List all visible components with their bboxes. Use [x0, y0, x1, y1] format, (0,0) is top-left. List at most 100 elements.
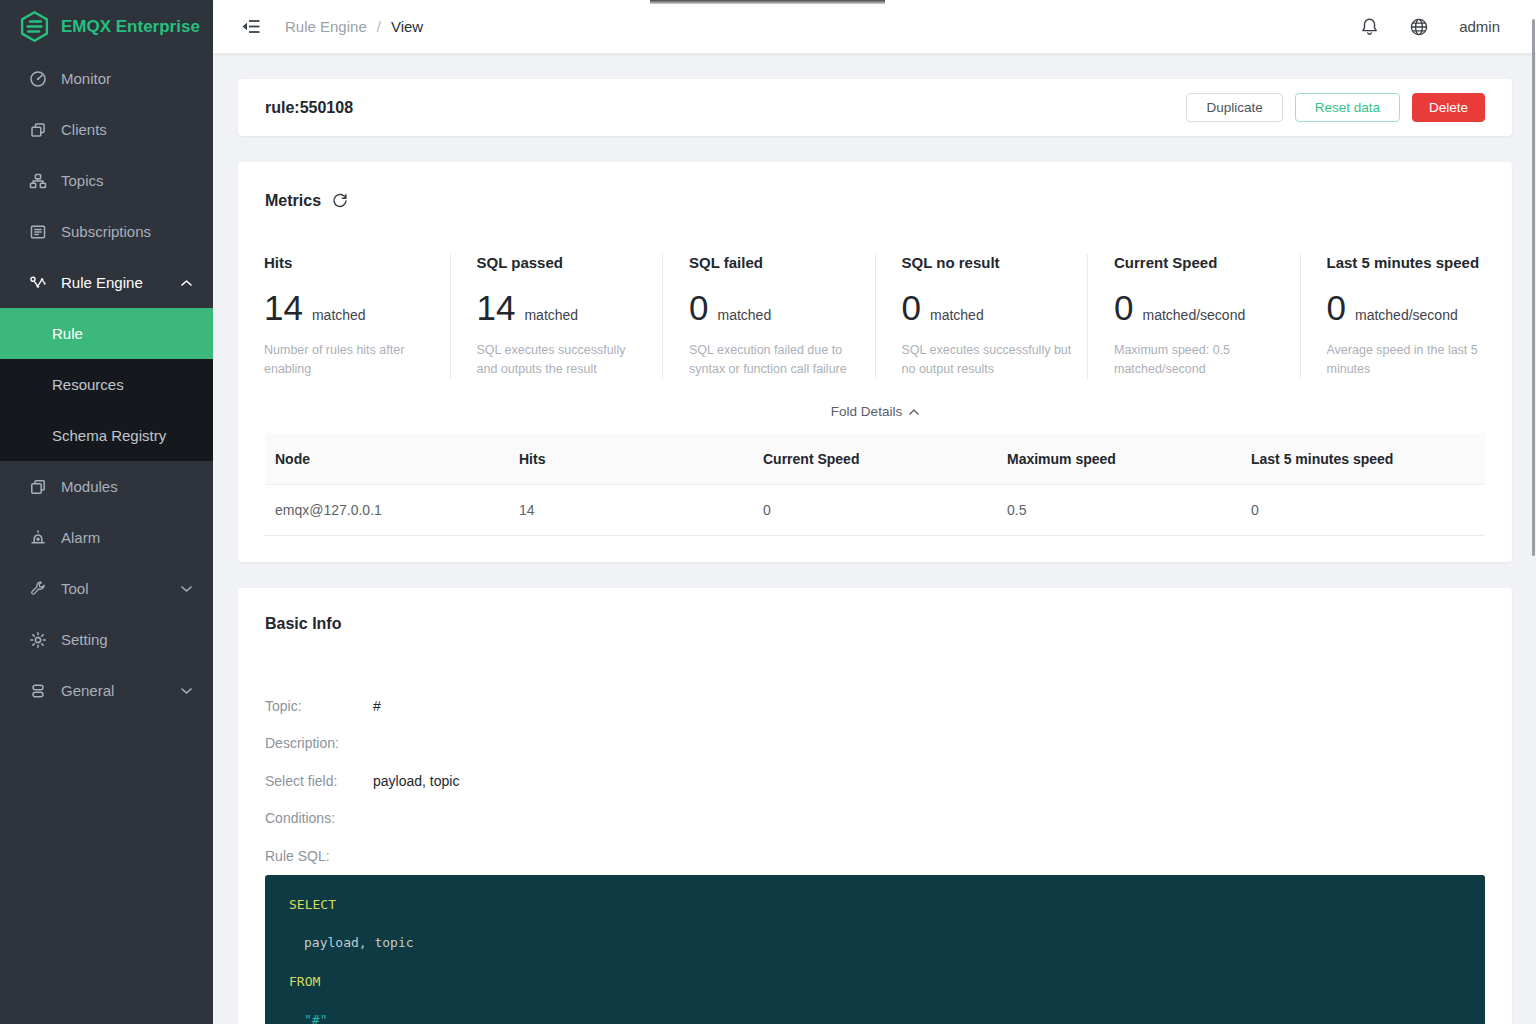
- field-topic: Topic: #: [265, 687, 1485, 725]
- table-header-row: Node Hits Current Speed Maximum speed La…: [265, 433, 1485, 485]
- metrics-row: Hits 14 matched Number of rules hits afte…: [238, 254, 1512, 379]
- metric-title: Hits: [264, 254, 450, 272]
- user-menu[interactable]: admin: [1459, 18, 1500, 35]
- metric-hits: Hits 14matched Number of rules hits afte…: [238, 254, 451, 379]
- language-globe-icon[interactable]: [1409, 17, 1429, 37]
- sidebar-menu: Monitor Clients Topics: [0, 53, 213, 716]
- chevron-up-icon: [181, 279, 192, 286]
- metric-description: Average speed in the last 5 minutes: [1327, 341, 1513, 379]
- sidebar-item-label: Topics: [61, 172, 104, 189]
- refresh-icon[interactable]: [332, 193, 348, 209]
- basic-info-card: Basic Info Topic: # Description: Select …: [238, 588, 1512, 1024]
- metric-unit: matched/second: [1142, 307, 1245, 323]
- notifications-bell-icon[interactable]: [1360, 17, 1379, 37]
- sidebar-subitem-rule[interactable]: Rule: [0, 308, 213, 359]
- metrics-card: Metrics Hits 14 matched Number of rules h…: [238, 162, 1512, 562]
- alarm-icon: [29, 529, 47, 547]
- node-metrics-table: Node Hits Current Speed Maximum speed La…: [265, 433, 1485, 536]
- column-header-hits: Hits: [509, 451, 753, 467]
- metric-sql-failed: SQL failed 0matched SQL execution failed…: [663, 254, 876, 379]
- metric-title: SQL no result: [902, 254, 1088, 272]
- sidebar-item-rule-engine[interactable]: Rule Engine: [0, 257, 213, 308]
- fold-details-label: Fold Details: [831, 404, 902, 419]
- sidebar-item-label: General: [61, 682, 114, 699]
- metric-value: 0: [1114, 290, 1133, 325]
- general-icon: [29, 682, 47, 700]
- sidebar-item-label: Rule Engine: [61, 274, 143, 291]
- collapse-menu-icon[interactable]: [242, 19, 260, 34]
- field-label: Description:: [265, 735, 373, 751]
- rule-sql-code-block[interactable]: SELECT payload, topic FROM "#": [265, 875, 1485, 1024]
- sidebar-item-label: Monitor: [61, 70, 111, 87]
- metric-title: Last 5 minutes speed: [1327, 254, 1513, 272]
- basic-info-title: Basic Info: [265, 615, 1485, 633]
- browser-top-strip: [650, 0, 885, 4]
- duplicate-button[interactable]: Duplicate: [1186, 93, 1282, 122]
- breadcrumb: Rule Engine / View: [285, 18, 423, 35]
- sidebar-item-label: Modules: [61, 478, 118, 495]
- rule-header-card: rule:550108 Duplicate Reset data Delete: [238, 79, 1512, 136]
- metric-unit: matched/second: [1355, 307, 1458, 323]
- chevron-down-icon: [181, 585, 192, 592]
- metric-description: Number of rules hits after enabling: [264, 341, 450, 379]
- emqx-logo-icon: [18, 10, 51, 43]
- top-header: Rule Engine / View admin: [213, 0, 1536, 53]
- field-label: Conditions:: [265, 810, 373, 826]
- rule-engine-icon: [29, 274, 47, 292]
- page-content: rule:550108 Duplicate Reset data Delete …: [213, 53, 1536, 1024]
- sidebar-item-label: Alarm: [61, 529, 100, 546]
- column-header-current-speed: Current Speed: [753, 451, 997, 467]
- field-value: #: [373, 698, 381, 714]
- tool-icon: [29, 580, 47, 598]
- field-label: Rule SQL:: [265, 848, 373, 864]
- metric-unit: matched: [717, 307, 771, 323]
- sidebar-item-clients[interactable]: Clients: [0, 104, 213, 155]
- sidebar-subitem-schema-registry[interactable]: Schema Registry: [0, 410, 213, 461]
- sidebar-item-monitor[interactable]: Monitor: [0, 53, 213, 104]
- reset-data-button[interactable]: Reset data: [1295, 93, 1400, 122]
- metrics-title: Metrics: [265, 192, 321, 210]
- fold-details-toggle[interactable]: Fold Details: [238, 404, 1512, 419]
- cell-current-speed: 0: [753, 502, 997, 518]
- sql-fields: payload, topic: [304, 935, 414, 950]
- metric-value: 0: [902, 290, 921, 325]
- sidebar: EMQX Enterprise Monitor Clients: [0, 0, 213, 1024]
- metric-value: 14: [477, 290, 516, 325]
- page-scrollbar[interactable]: [1532, 19, 1535, 556]
- field-label: Topic:: [265, 698, 373, 714]
- rule-id-title: rule:550108: [265, 99, 353, 117]
- metric-description: SQL executes successfully but no output …: [902, 341, 1088, 379]
- sidebar-item-label: Subscriptions: [61, 223, 151, 240]
- metric-current-speed: Current Speed 0 matched/second Maximum sp…: [1088, 254, 1301, 379]
- column-header-last5-speed: Last 5 minutes speed: [1241, 451, 1485, 467]
- sidebar-item-setting[interactable]: Setting: [0, 614, 213, 665]
- field-conditions: Conditions:: [265, 800, 1485, 838]
- sidebar-subitem-label: Rule: [52, 325, 83, 342]
- topics-icon: [29, 172, 47, 190]
- metric-description: Maximum speed: 0.5 matched/second: [1114, 341, 1300, 379]
- cell-node: emqx@127.0.0.1: [265, 502, 509, 518]
- sidebar-subitem-resources[interactable]: Resources: [0, 359, 213, 410]
- monitor-icon: [29, 70, 47, 88]
- field-description: Description:: [265, 725, 1485, 763]
- sql-keyword: FROM: [289, 974, 320, 989]
- sidebar-item-general[interactable]: General: [0, 665, 213, 716]
- sidebar-item-subscriptions[interactable]: Subscriptions: [0, 206, 213, 257]
- sidebar-item-modules[interactable]: Modules: [0, 461, 213, 512]
- metric-title: Current Speed: [1114, 254, 1300, 272]
- field-label: Select field:: [265, 773, 373, 789]
- metric-unit: matched: [312, 307, 366, 323]
- metric-title: SQL passed: [477, 254, 663, 272]
- metric-value: 0: [689, 290, 708, 325]
- sidebar-item-topics[interactable]: Topics: [0, 155, 213, 206]
- brand-logo[interactable]: EMQX Enterprise: [0, 0, 213, 53]
- metric-description: SQL execution failed due to syntax or fu…: [689, 341, 875, 379]
- modules-icon: [29, 478, 47, 496]
- sidebar-item-tool[interactable]: Tool: [0, 563, 213, 614]
- sidebar-item-alarm[interactable]: Alarm: [0, 512, 213, 563]
- field-rule-sql: Rule SQL:: [265, 837, 1485, 875]
- delete-button[interactable]: Delete: [1412, 93, 1485, 122]
- breadcrumb-section[interactable]: Rule Engine: [285, 18, 367, 35]
- sidebar-item-label: Tool: [61, 580, 89, 597]
- rule-engine-submenu: Rule Resources Schema Registry: [0, 308, 213, 461]
